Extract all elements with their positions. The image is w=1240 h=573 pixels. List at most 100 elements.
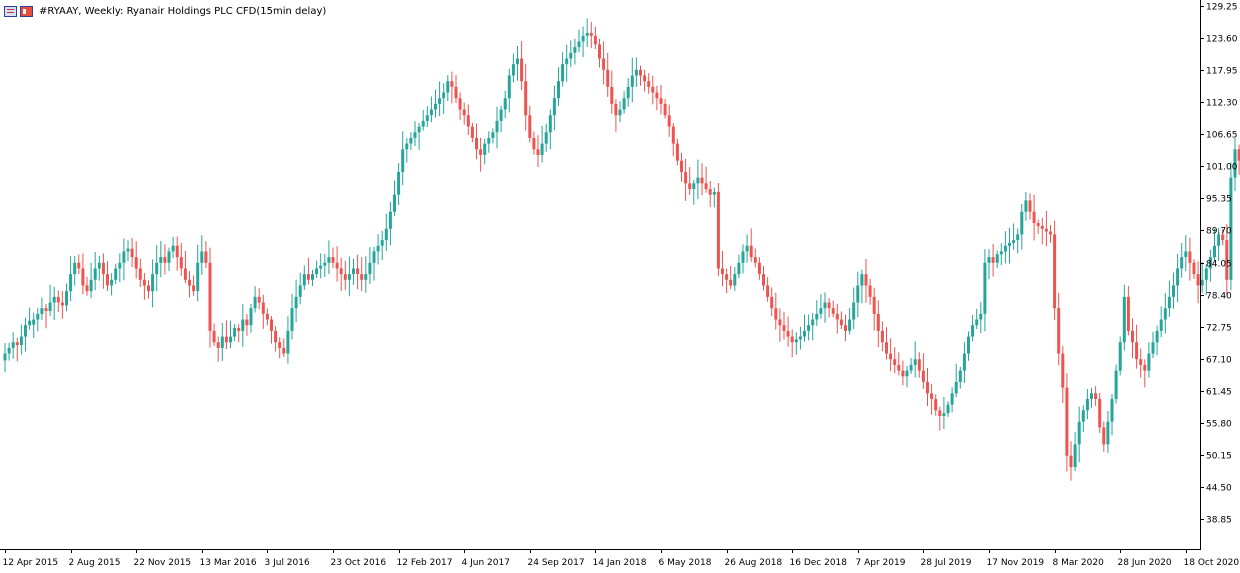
candle-up[interactable]: [1024, 200, 1027, 211]
candle-down[interactable]: [778, 320, 781, 326]
candle-down[interactable]: [865, 274, 868, 285]
candle-up[interactable]: [315, 268, 318, 274]
candle-up[interactable]: [696, 178, 699, 184]
candle-down[interactable]: [889, 354, 892, 360]
candle-up[interactable]: [368, 263, 371, 274]
candle-down[interactable]: [721, 268, 724, 274]
candle-up[interactable]: [98, 263, 101, 269]
candle-up[interactable]: [955, 382, 958, 393]
candle-up[interactable]: [295, 297, 298, 308]
candle-down[interactable]: [602, 58, 605, 69]
candle-up[interactable]: [286, 331, 289, 354]
candle-down[interactable]: [204, 251, 207, 262]
candle-up[interactable]: [1082, 410, 1085, 421]
candle-down[interactable]: [709, 189, 712, 195]
candle-up[interactable]: [914, 359, 917, 365]
candle-down[interactable]: [45, 308, 48, 311]
candle-down[interactable]: [278, 342, 281, 348]
candle-down[interactable]: [725, 274, 728, 280]
candle-down[interactable]: [81, 268, 84, 285]
candle-up[interactable]: [975, 320, 978, 326]
candle-down[interactable]: [1127, 297, 1130, 331]
candle-up[interactable]: [1147, 354, 1150, 371]
candle-up[interactable]: [385, 229, 388, 240]
candle-up[interactable]: [397, 172, 400, 195]
candle-up[interactable]: [422, 121, 425, 127]
candle-down[interactable]: [647, 81, 650, 87]
candle-down[interactable]: [873, 297, 876, 314]
candle-up[interactable]: [172, 246, 175, 252]
candle-down[interactable]: [77, 263, 80, 269]
candle-up[interactable]: [508, 76, 511, 99]
candle-down[interactable]: [217, 342, 220, 348]
candle-down[interactable]: [770, 297, 773, 308]
candle-up[interactable]: [504, 98, 507, 109]
candle-down[interactable]: [922, 371, 925, 382]
candle-down[interactable]: [610, 87, 613, 104]
candle-down[interactable]: [176, 246, 179, 257]
candle-down[interactable]: [938, 410, 941, 416]
candle-down[interactable]: [1102, 427, 1105, 444]
candle-down[interactable]: [639, 70, 642, 76]
candle-up[interactable]: [40, 308, 43, 314]
candle-down[interactable]: [869, 285, 872, 296]
candle-down[interactable]: [467, 115, 470, 126]
candle-up[interactable]: [303, 274, 306, 285]
candle-down[interactable]: [750, 246, 753, 257]
candle-up[interactable]: [906, 371, 909, 377]
candle-up[interactable]: [405, 144, 408, 150]
candle-up[interactable]: [619, 110, 622, 116]
candle-down[interactable]: [1029, 200, 1032, 211]
candle-down[interactable]: [1193, 263, 1196, 274]
candle-down[interactable]: [1070, 456, 1073, 467]
candle-down[interactable]: [668, 115, 671, 126]
candle-up[interactable]: [65, 291, 68, 305]
candle-down[interactable]: [787, 331, 790, 337]
candle-up[interactable]: [815, 314, 818, 320]
candle-up[interactable]: [996, 254, 999, 263]
candle-down[interactable]: [1143, 365, 1146, 371]
candle-up[interactable]: [545, 132, 548, 143]
candle-down[interactable]: [930, 393, 933, 399]
candle-down[interactable]: [614, 104, 617, 115]
candle-up[interactable]: [807, 325, 810, 331]
candle-down[interactable]: [606, 70, 609, 87]
candle-up[interactable]: [819, 308, 822, 314]
candle-down[interactable]: [57, 297, 60, 303]
candle-up[interactable]: [512, 64, 515, 75]
candle-up[interactable]: [746, 246, 749, 252]
candle-up[interactable]: [110, 280, 113, 286]
candle-down[interactable]: [705, 183, 708, 189]
candle-up[interactable]: [737, 263, 740, 274]
candle-up[interactable]: [364, 274, 367, 280]
candle-up[interactable]: [155, 263, 158, 274]
candle-up[interactable]: [446, 81, 449, 92]
candle-down[interactable]: [180, 257, 183, 268]
candle-down[interactable]: [184, 268, 187, 279]
candle-down[interactable]: [643, 76, 646, 82]
candle-down[interactable]: [266, 314, 269, 320]
candle-up[interactable]: [1119, 342, 1122, 370]
candle-down[interactable]: [660, 98, 663, 104]
candle-up[interactable]: [1205, 268, 1208, 279]
candle-up[interactable]: [963, 354, 966, 371]
candle-down[interactable]: [832, 308, 835, 314]
candle-up[interactable]: [631, 76, 634, 87]
candle-up[interactable]: [36, 314, 39, 320]
candle-up[interactable]: [434, 104, 437, 110]
candle-down[interactable]: [270, 320, 273, 331]
candle-up[interactable]: [348, 274, 351, 280]
candle-up[interactable]: [496, 121, 499, 132]
candle-down[interactable]: [340, 268, 343, 274]
candle-up[interactable]: [627, 87, 630, 98]
candle-down[interactable]: [783, 325, 786, 331]
candle-up[interactable]: [553, 98, 556, 115]
candle-down[interactable]: [901, 371, 904, 377]
candle-up[interactable]: [811, 320, 814, 326]
candle-up[interactable]: [229, 337, 232, 343]
candle-up[interactable]: [381, 240, 384, 246]
candle-down[interactable]: [680, 161, 683, 172]
candle-down[interactable]: [455, 87, 458, 98]
candle-up[interactable]: [1168, 297, 1171, 308]
candle-down[interactable]: [655, 93, 658, 99]
